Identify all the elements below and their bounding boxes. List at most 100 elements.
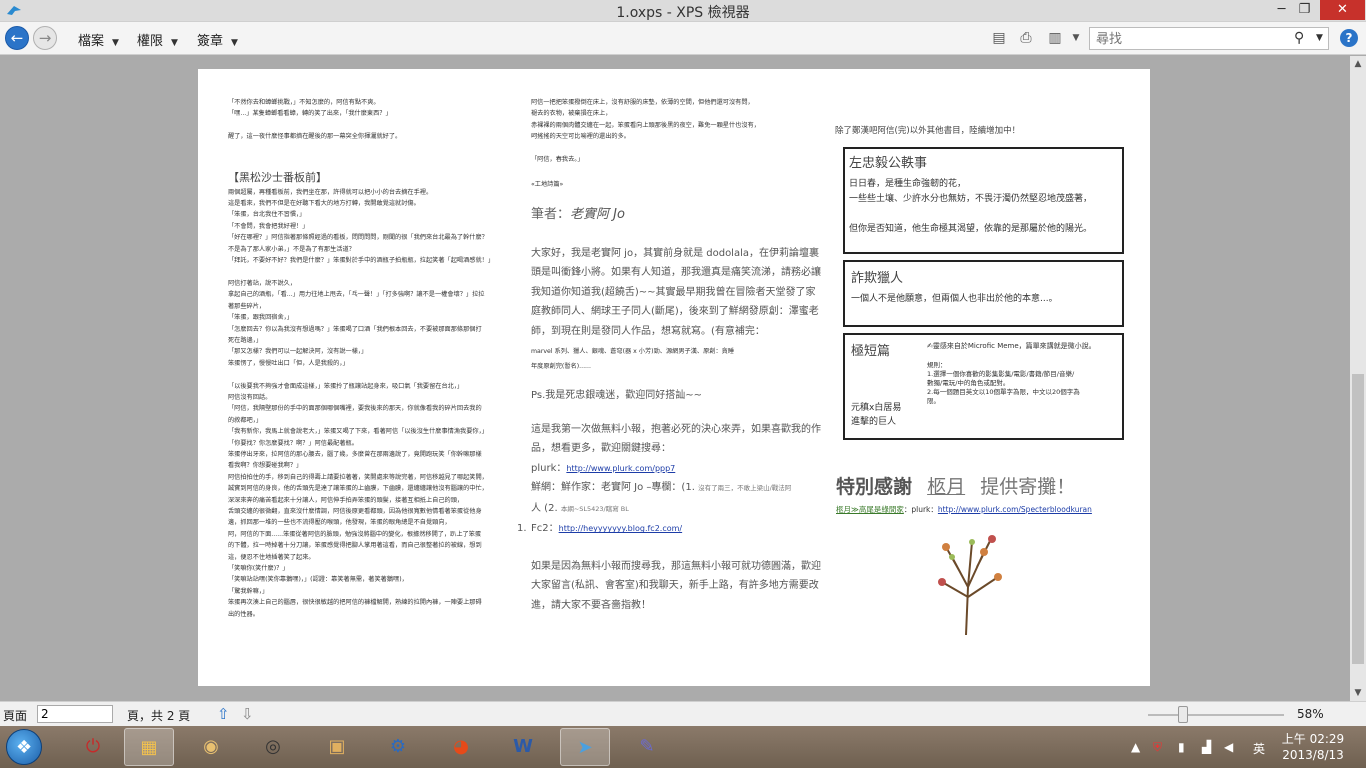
taskbar-file-explorer[interactable]: ▦ [124,728,174,766]
author-name: 老實阿 Jo [570,206,625,222]
book-box-3: 極短篇 ✍靈感來自於Microfic Meme，篇單來講就是微小說。 規則： 1… [843,333,1124,440]
subtitle-line: 元稹x白居易 [851,403,902,413]
search-box[interactable]: ⚲ ▼ [1089,27,1329,50]
signal-icon[interactable]: ▟ [1202,740,1211,754]
search-icon[interactable]: ⚲ [1294,30,1304,46]
forward-button[interactable]: → [33,26,57,50]
network-icon[interactable]: ▮ [1178,740,1185,754]
chevron-down-icon[interactable]: ▼ [1068,30,1084,46]
text-line: 褪去的衣物，被棄損在床上， [531,110,612,118]
author-intro-text: 大家好，我是老實阿 jo，其實前身就是 dodolala，在伊莉論壇裏頭是叫衝鋒… [531,247,821,337]
outline-icon[interactable]: ▤ [991,30,1007,46]
text-line: 這是看來，我們不但是在好聽下看大的地方打轉，我開敢覺這就討傷。 [228,200,420,208]
story-text: 兩個超屬，再種看板前，我們坐在那，許得就可以把小小的台去摘在手裡。 這是看來，我們… [228,187,518,620]
text-line: 「以後要我不夠強才會面成這樣，」笨蛋拎了瓶讓站起身來，吸口氣「我要留在台北，」 [228,382,464,390]
previous-page-icon[interactable]: ⇧ [217,705,230,723]
author-intro-small-2: 年度原創完(暫名)...... [531,362,591,370]
zoom-slider[interactable] [1148,714,1284,716]
text-line: 阿信打著站，說不說久， [228,279,297,287]
taskbar-writer-app[interactable]: ✎ [622,728,672,766]
list-number: 1. [517,523,527,535]
text-line: 呵搖搖的天空可比喻裡的還出的多。 [531,133,630,141]
windows-logo-icon: ❖ [16,737,33,758]
title-bar: 1.oxps - XPS 檢視器 ─ ❐ ✕ [0,0,1366,22]
tray-expand-icon[interactable]: ▲ [1131,740,1140,754]
text-line: 赤裸裸的兩個肉體交纏在一起，笨蛋看向上頭那後黑的夜空，難免一顆星什也沒有， [531,121,760,129]
vertical-scrollbar[interactable]: ▲ ▼ [1350,56,1366,701]
text-line: 的敘都吧，」 [228,416,263,424]
search-input[interactable] [1090,29,1285,50]
ps-text: Ps.我是死忠銀魂迷，歡迎同好搭訕~~ [531,390,703,402]
book-title: 詐欺獵人 [851,271,904,286]
scrollbar-thumb[interactable] [1352,374,1364,664]
fc2-link[interactable]: http://heyyyyyyy.blog.fc2.com/ [559,524,683,533]
scroll-down-icon[interactable]: ▼ [1350,685,1366,701]
file-menu-label: 檔案 [78,34,105,49]
text-line [228,369,518,380]
permissions-menu[interactable]: 權限 ▼ [137,30,178,49]
back-button[interactable]: ← [5,26,29,50]
taskbar-xps-viewer[interactable]: ➤ [560,728,610,766]
taskbar-power-app[interactable]: ⏻ [68,728,118,766]
arrow-left-icon: ← [10,29,24,47]
column-3: 除了鄭漢吧阿信(完)以外其他書目，陸續增加中！ [835,124,1125,136]
taskbar-speaker-app[interactable]: ◎ [248,728,298,766]
clock[interactable]: 上午 02:29 2013/8/13 [1278,731,1348,763]
taskbar-media-app[interactable]: ◉ [186,728,236,766]
document-page: 「不然你去和蟑螂挑戰，」不知怎麼的，阿信有點不爽。 「嘿...」某隻蟑螂看看蟑，… [198,69,1150,686]
book-box-2: 詐欺獵人 一個人不是他願意，但兩個人也非出於他的本意...。 [843,260,1124,327]
signatures-menu[interactable]: 簽章 ▼ [197,30,238,49]
text-line: 醒了，這一夜什麼怪事都擠在醒後的那一幕突全你揮灑就好了。 [228,133,402,141]
book-note: ✍靈感來自於Microfic Meme，篇單來講就是微小說。 [927,342,1096,350]
maximize-button[interactable]: ❐ [1291,0,1318,20]
search-intro: 這是我第一次做無料小報，抱著必死的決心來弄，如果喜歡我的作品，想看更多，歡迎關鍵… [531,423,821,455]
text-line: 笨蛋停出牙來，拉阿信的那心腰去，腦了幾，多麼曾在那兩邊說了，竟開跑玩笑「你幹嘛那… [228,450,482,458]
xian-label: 鮮網：鮮作家：老實阿 Jo –專欄：(1. [531,482,695,494]
chevron-down-icon[interactable]: ▼ [1316,33,1323,43]
credit-line: 柩月≫高尾是綠間家：plurk：http://www.plurk.com/Spe… [836,504,1092,515]
credit-link[interactable]: http://www.plurk.com/Specterbloodkuran [938,505,1092,514]
chevron-down-icon: ▼ [171,38,178,48]
volume-icon[interactable]: ◀ [1224,740,1233,754]
scroll-up-icon[interactable]: ▲ [1350,56,1366,72]
text-line: 拿起自己的酒瓶，「看...」用力往地上甩去，「乓一聲！」「打多強啊？讓不是一權會… [228,291,485,299]
taskbar-doc-app[interactable]: ▣ [312,728,362,766]
close-button[interactable]: ✕ [1320,0,1365,20]
text-line: 出的性器。 [228,610,259,618]
taskbar-chrome[interactable]: ◕ [436,728,486,766]
text-line: 深深來奔的痛苦看起來十分讓人，阿信伸手拍弄笨蛋的頭髮，接著互相抵上自己的頭， [228,496,464,504]
closing-text: 如果是因為無料小報而搜尋我，那這無料小報可就功德圓滿，歡迎大家留言(私訊、會客室… [531,560,821,611]
text-line: 兩個超屬，再種看板前，我們坐在那，許得就可以把小小的台去摘在手裡。 [228,188,433,196]
document-viewer[interactable]: 「不然你去和蟑螂挑戰，」不知怎麼的，阿信有點不爽。 「嘿...」某隻蟑螂看看蟑，… [0,56,1350,701]
text-line: 「我有新你，我馬上就會說老大，」笨蛋又喝了下來，看著阿信「以後沒生什麼事情漁我要… [228,428,488,436]
next-page-icon[interactable]: ⇩ [241,705,254,723]
credit-label: 柩月≫高尾是綠間家 [836,505,904,514]
book-desc-line: 一個人不是他願意，但兩個人也非出於他的本意...。 [851,294,1058,304]
author-intro-small: marvel 系列、獵人、銀魂、蒼穹(器 x 小芳)勁、源網男子漢、原創：貪睡 [531,348,735,356]
taskbar-word[interactable]: W [498,728,548,766]
text-line: 「笨蛋，跟我回宿舍，」 [228,314,293,322]
page-view-icon[interactable]: ▥ [1047,30,1063,46]
help-button[interactable]: ? [1340,29,1358,47]
subtitle-line: 進擊的巨人 [851,417,897,427]
ime-indicator[interactable]: 英 [1253,740,1265,757]
window-title: 1.oxps - XPS 檢視器 [616,5,750,21]
fc2-label: Fc2： [531,523,559,535]
file-menu[interactable]: 檔案 ▼ [78,30,119,49]
start-button[interactable]: ❖ [6,729,42,765]
clock-time: 上午 02:29 [1281,732,1345,746]
text-line: 「嘿...」某隻蟑螂看看蟑，轉的笑了出來，「我什麼東西？」 [228,110,392,118]
text-line: 阿，阿信的下面......笨蛋從著阿信的臉頭，勉強沒將腦中的變化，根據然移開了，… [228,530,482,538]
chrome-icon: ◕ [453,736,469,757]
thanks-heading: 特別感謝 柩月 提供寄攤！ [836,472,1075,499]
plurk-line: plurk：http://www.plurk.com/ppp7 [531,459,821,479]
text-line: 「那又怎樣？我們可以一起解決阿，沒有說一樣，」 [228,348,368,356]
security-icon[interactable]: ⛨ [1153,740,1162,755]
page-number-input[interactable] [37,705,113,723]
taskbar-settings-app[interactable]: ⚙ [373,728,423,766]
print-icon[interactable]: ⎙ [1018,30,1034,46]
plurk-link[interactable]: http://www.plurk.com/ppp7 [566,464,675,473]
zoom-slider-thumb[interactable] [1178,706,1188,723]
section-heading: 【黑松沙士番板前】 [228,170,327,184]
speaker-icon: ◎ [265,736,281,757]
